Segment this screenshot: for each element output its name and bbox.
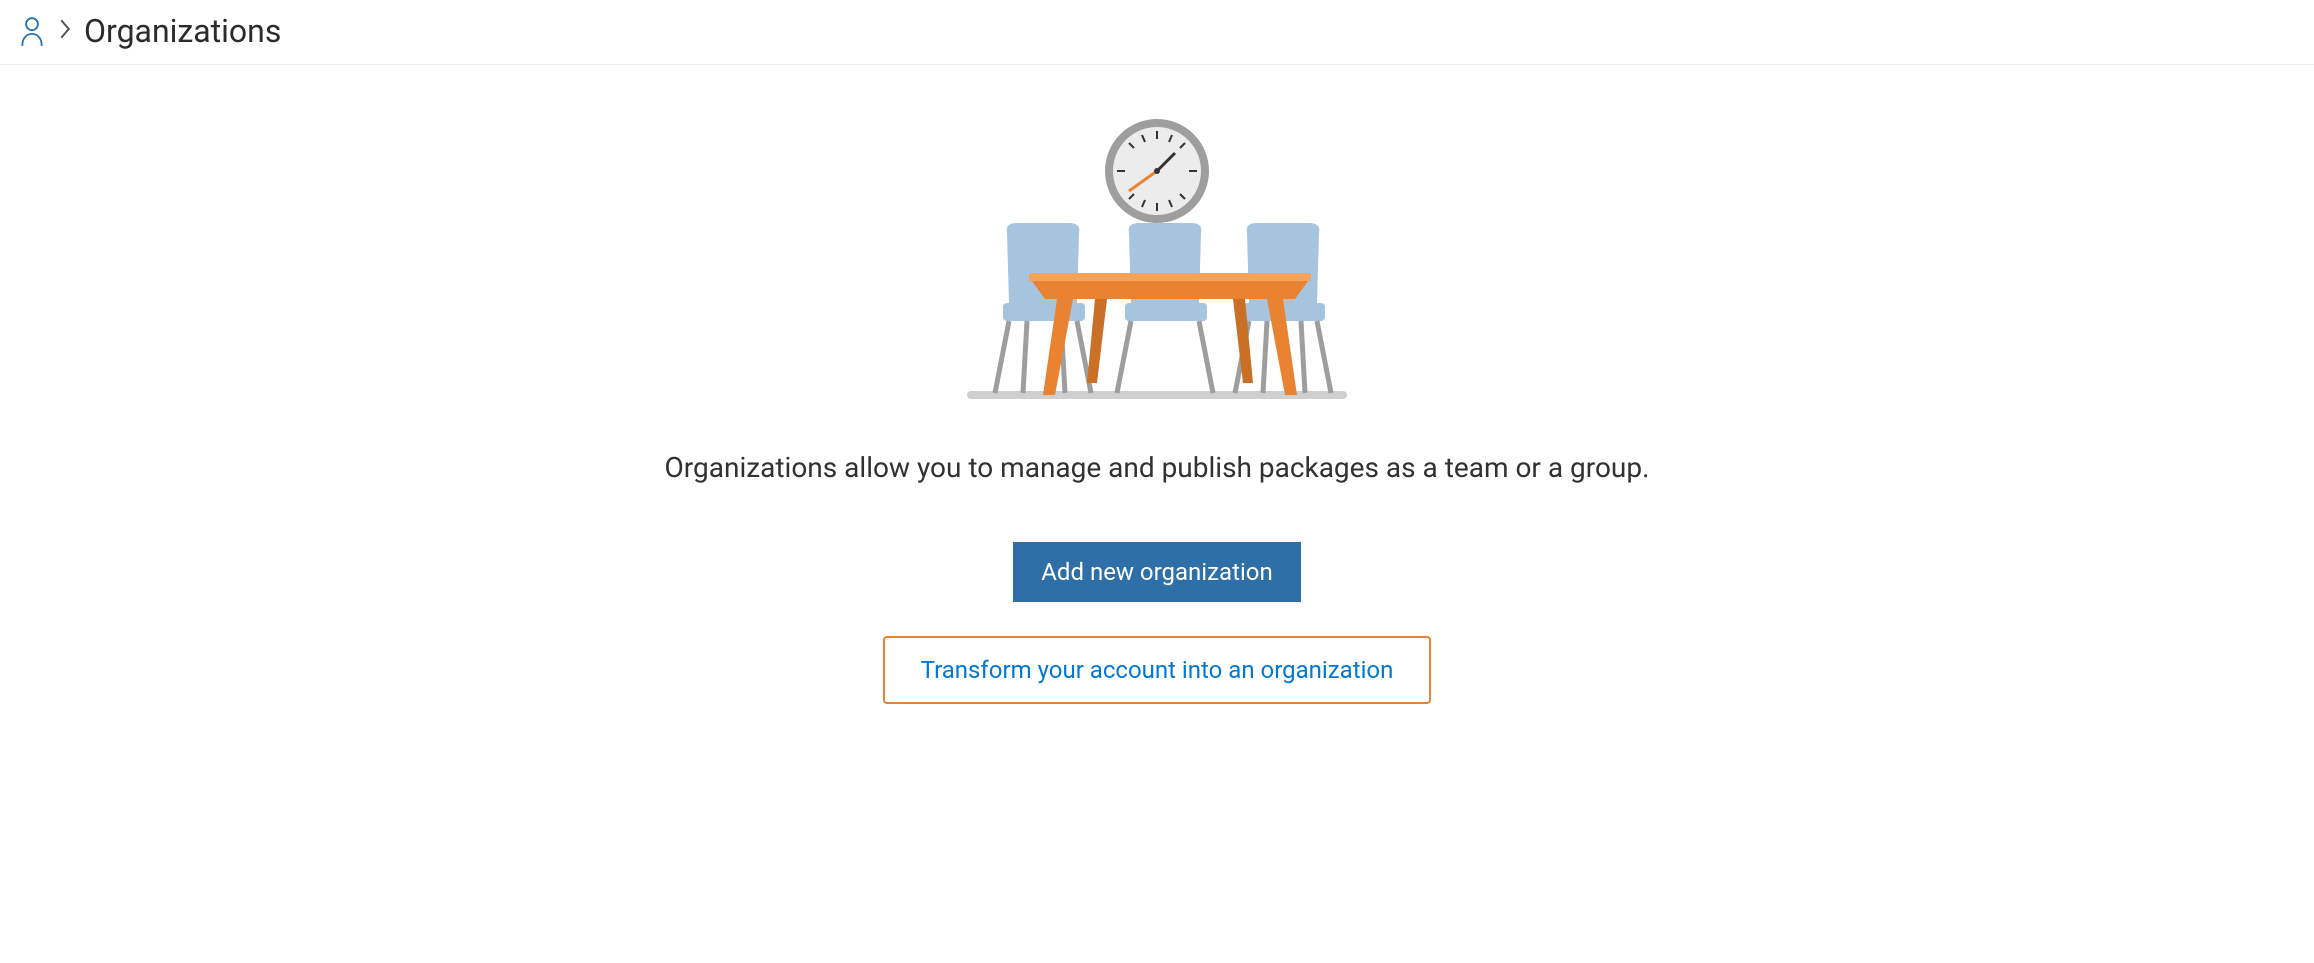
organizations-description: Organizations allow you to manage and pu… xyxy=(0,451,2314,484)
user-icon[interactable] xyxy=(18,15,46,47)
main-content: Organizations allow you to manage and pu… xyxy=(0,65,2314,704)
meeting-room-illustration xyxy=(917,113,1397,407)
breadcrumb: Organizations xyxy=(0,0,2314,65)
page-title: Organizations xyxy=(84,12,281,50)
chevron-right-icon xyxy=(58,19,72,44)
transform-account-button[interactable]: Transform your account into an organizat… xyxy=(883,636,1432,704)
add-new-organization-button[interactable]: Add new organization xyxy=(1013,542,1300,602)
